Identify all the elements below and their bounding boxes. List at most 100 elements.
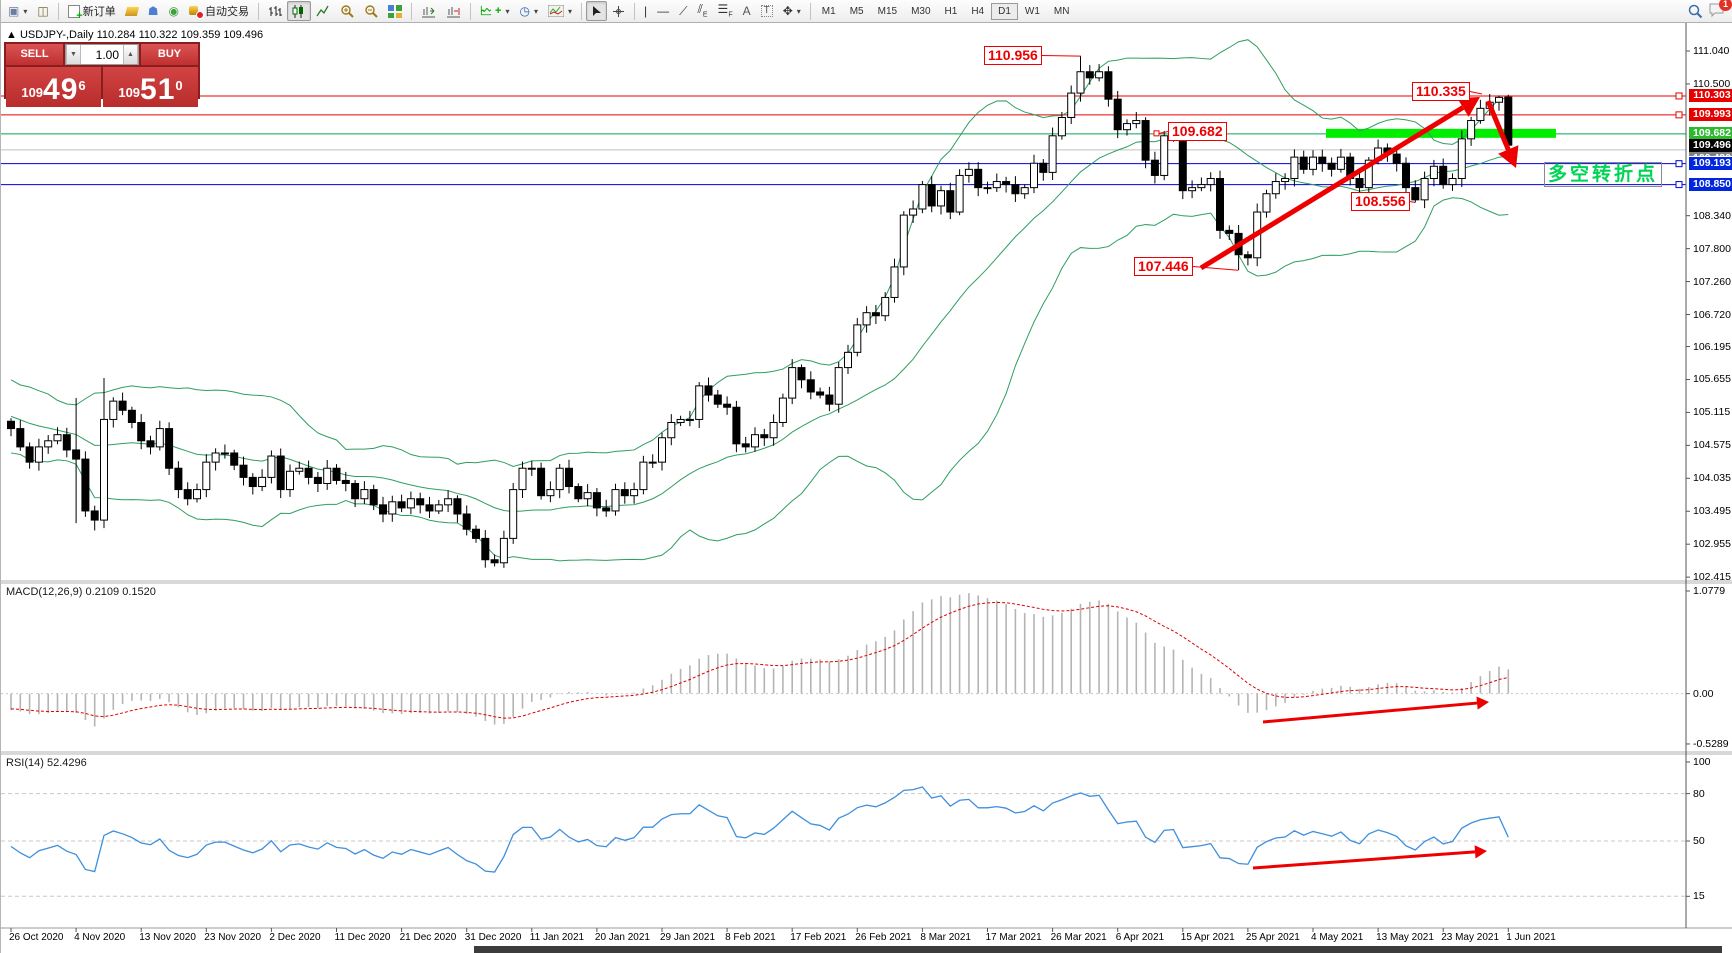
buy-price[interactable]: 109510 [103, 67, 198, 107]
candle-body [631, 490, 638, 496]
candle-body [1124, 124, 1131, 130]
annotation-price-label[interactable]: 110.956 [984, 46, 1042, 65]
candle-body [1105, 72, 1112, 99]
candle-body [956, 175, 963, 212]
candle-body [770, 422, 777, 437]
candle-body [1226, 230, 1233, 233]
candle-body [398, 502, 405, 508]
candle-body [668, 422, 675, 437]
candle-body [1058, 117, 1065, 135]
candle-body [807, 380, 814, 392]
candle-body [519, 468, 526, 489]
candle-body [194, 490, 201, 499]
hline-marker[interactable] [1676, 161, 1682, 167]
candle-body [333, 468, 340, 480]
candle-body [287, 471, 294, 489]
candle-body [314, 477, 321, 483]
chart-title: ▲ USDJPY-,Daily 110.284 110.322 109.359 … [6, 29, 263, 41]
candle-body [1151, 160, 1158, 175]
candle-body [919, 185, 926, 209]
macd-label: MACD(12,26,9) 0.2109 0.1520 [6, 586, 156, 598]
rsi-value: 52.4296 [47, 757, 87, 769]
candle-body [1263, 194, 1270, 212]
candle-body [324, 468, 331, 483]
candle-body [259, 477, 266, 486]
candle-body [845, 352, 852, 367]
candle-body [463, 514, 470, 529]
sell-price[interactable]: 109496 [6, 67, 101, 107]
candle-body [863, 313, 870, 325]
candle-body [984, 188, 991, 189]
candle-body [1133, 121, 1140, 124]
candle-body [147, 441, 154, 447]
candle-body [910, 209, 917, 215]
rsi-trend-arrow[interactable] [1253, 852, 1475, 868]
sell-price-big: 49 [43, 75, 78, 105]
candle-body [975, 169, 982, 187]
candle-body [826, 395, 833, 404]
horizontal-scrollbar[interactable] [474, 946, 1722, 953]
sell-price-handle: 109 [21, 81, 43, 105]
candle-body [268, 456, 275, 477]
candle-body [928, 185, 935, 206]
candle-body [110, 401, 117, 419]
candle-body [761, 435, 768, 438]
buy-button[interactable]: BUY [141, 44, 198, 65]
annotation-price-label[interactable]: 110.335 [1412, 82, 1470, 101]
candle-body [296, 468, 303, 471]
candle-body [733, 407, 740, 444]
candle-body [138, 422, 145, 440]
candle-body [45, 441, 52, 447]
annotation-price-label[interactable]: 109.682 [1168, 122, 1227, 141]
chart-canvas[interactable] [1, 0, 1732, 953]
candle-body [1337, 157, 1344, 169]
chart-symbol-period: ▲ USDJPY-,Daily [6, 29, 94, 41]
volume-up-button[interactable]: ▲ [123, 45, 138, 64]
candle-body [426, 505, 433, 511]
candle-body [1458, 139, 1465, 179]
candle-body [1468, 121, 1475, 139]
turning-point-note[interactable]: 多空转折点 [1544, 162, 1662, 187]
volume-down-button[interactable]: ▼ [66, 45, 81, 64]
candle-body [128, 410, 135, 422]
candle-body [1003, 182, 1010, 185]
candle-body [872, 313, 879, 316]
candle-body [779, 398, 786, 422]
candle-body [1449, 178, 1456, 184]
sell-button[interactable]: SELL [6, 44, 63, 65]
candle-body [175, 468, 182, 489]
buy-price-big: 51 [140, 75, 175, 105]
candle-body [26, 447, 33, 462]
candle-body [1217, 178, 1224, 230]
candle-body [900, 215, 907, 267]
candle-body [156, 429, 163, 447]
candle-body [584, 493, 591, 499]
candle-body [510, 490, 517, 539]
candle-body [603, 508, 610, 511]
annotation-price-label[interactable]: 108.556 [1351, 192, 1410, 211]
rsi-label: RSI(14) 52.4296 [6, 757, 87, 769]
candle-body [231, 453, 238, 465]
annotation-connector [1042, 56, 1081, 57]
chart-ohlc-values: 110.284 110.322 109.359 109.496 [97, 29, 264, 41]
volume-input[interactable] [81, 45, 123, 64]
candle-body [1179, 133, 1186, 191]
macd-trend-arrow[interactable] [1263, 703, 1477, 722]
candle-body [1356, 178, 1363, 187]
candle-body [17, 429, 24, 447]
hline-marker[interactable] [1676, 93, 1682, 99]
annotation-price-label[interactable]: 107.446 [1134, 257, 1193, 276]
hline-marker[interactable] [1676, 182, 1682, 188]
candle-body [882, 297, 889, 315]
candle-body [593, 493, 600, 508]
candle-body [1393, 154, 1400, 163]
candle-body [8, 421, 15, 428]
candle-body [891, 267, 898, 298]
candle-body [1496, 97, 1503, 102]
candle-body [640, 462, 647, 489]
candle-body [352, 483, 359, 498]
buy-price-sup: 0 [175, 67, 182, 105]
hline-marker[interactable] [1676, 112, 1682, 118]
candle-body [965, 169, 972, 175]
candle-body [649, 462, 656, 463]
